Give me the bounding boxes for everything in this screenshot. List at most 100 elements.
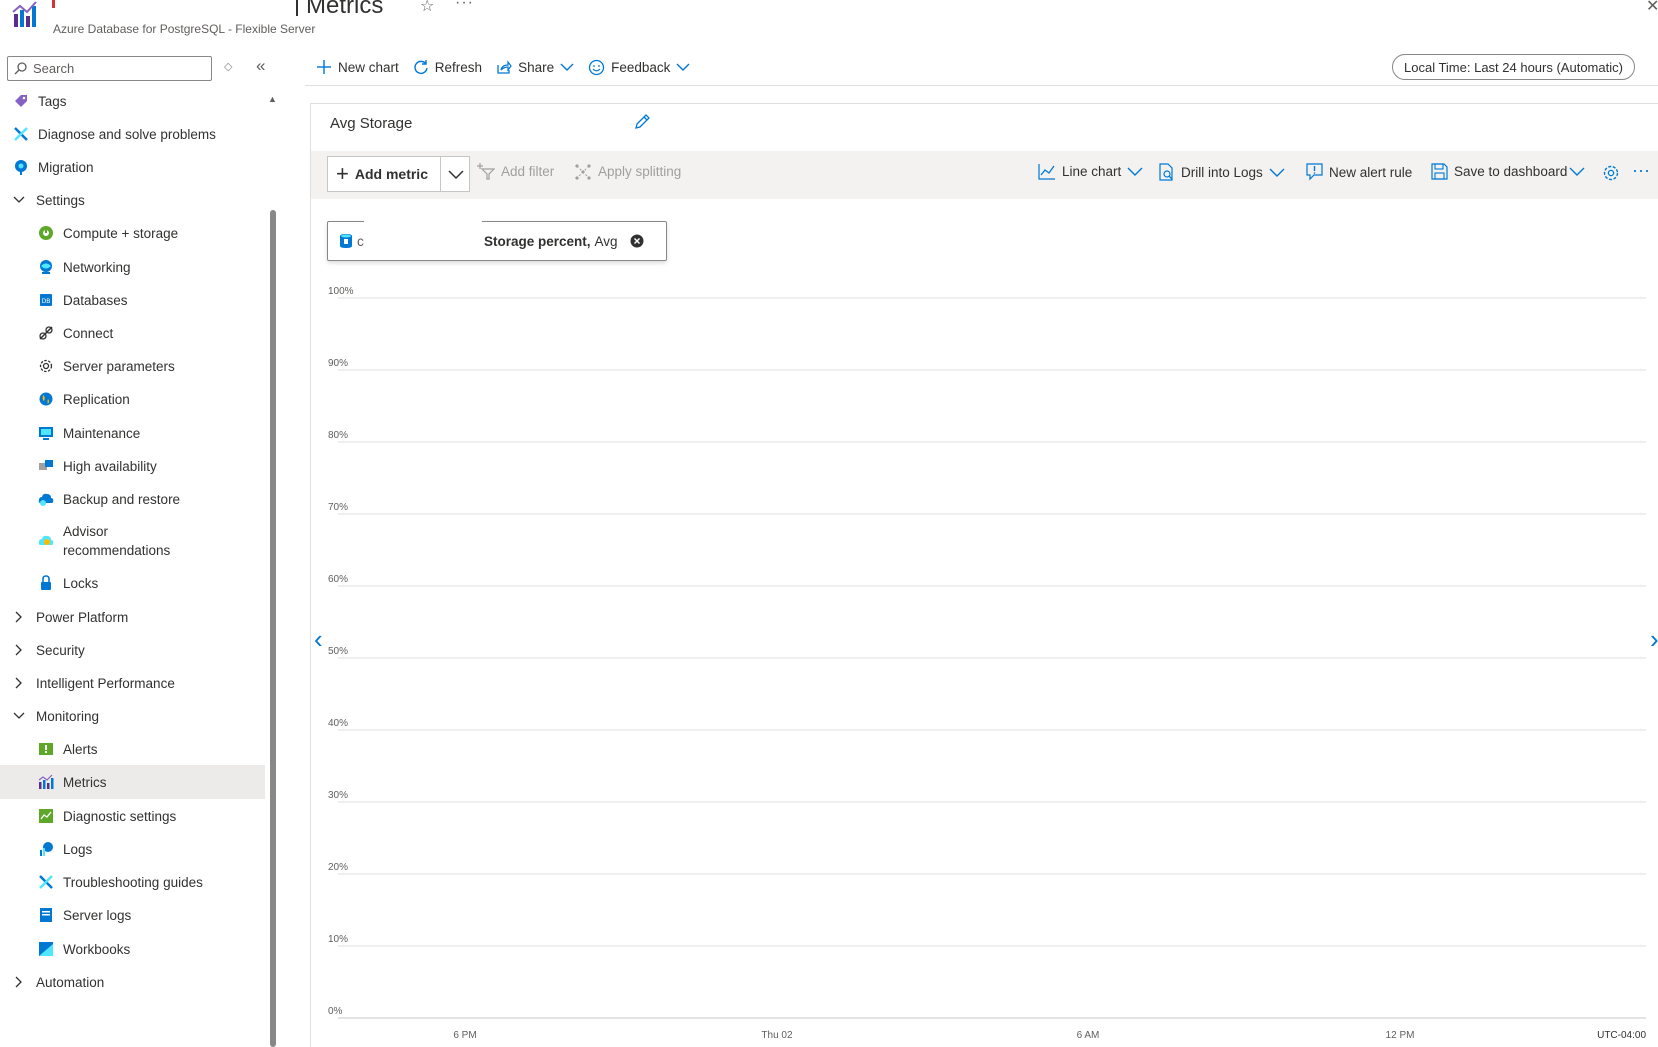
metric-pill[interactable]: c Storage percent, Avg <box>327 221 667 261</box>
alert-rule-icon <box>1306 163 1323 181</box>
new-chart-button[interactable]: New chart <box>316 59 399 75</box>
chart-next-arrow-icon[interactable]: › <box>1650 624 1658 655</box>
sidebar-item-tags[interactable]: Tags <box>0 84 265 118</box>
sidebar-item-troubleshooting[interactable]: Troubleshooting guides <box>0 865 265 899</box>
sidebar-item-label: Diagnostic settings <box>63 808 177 824</box>
sidebar-search-box[interactable] <box>7 56 212 81</box>
sidebar-item-networking[interactable]: Networking <box>0 250 265 284</box>
sidebar-group-intelligent-performance[interactable]: Intelligent Performance <box>0 666 265 700</box>
page-title: Metrics <box>306 0 384 19</box>
command-bar: New chart Refresh Share Feedback <box>316 54 704 80</box>
chevron-down-icon <box>1269 168 1285 177</box>
chart-prev-arrow-icon[interactable]: ‹ <box>314 624 323 655</box>
sidebar-item-alerts[interactable]: Alerts <box>0 732 265 766</box>
add-metric-dropdown[interactable] <box>440 156 470 192</box>
edit-pencil-icon[interactable] <box>633 113 651 131</box>
sidebar-item-replication[interactable]: Replication <box>0 382 265 416</box>
x-tick-label: Thu 02 <box>761 1030 793 1040</box>
sidebar-item-diagnose[interactable]: Diagnose and solve problems <box>0 117 265 151</box>
sidebar-group-settings[interactable]: Settings <box>0 183 265 217</box>
sidebar-group-power-platform[interactable]: Power Platform <box>0 600 265 634</box>
line-chart-button[interactable]: Line chart <box>1038 163 1143 180</box>
x-tick-label: 12 PM <box>1386 1030 1415 1040</box>
apply-splitting-button[interactable]: Apply splitting <box>574 163 681 180</box>
close-icon[interactable]: ✕ <box>1646 0 1658 16</box>
database-icon: DB <box>37 291 55 309</box>
refresh-button[interactable]: Refresh <box>413 59 482 75</box>
sidebar-item-server-logs[interactable]: Server logs <box>0 898 265 932</box>
tag-icon <box>12 92 30 110</box>
plus-icon: + <box>336 161 349 186</box>
svg-text:DB: DB <box>42 298 51 305</box>
sidebar-item-databases[interactable]: DB Databases <box>0 283 265 317</box>
sidebar-group-automation[interactable]: Automation <box>0 965 265 999</box>
x-tick-label: 6 PM <box>453 1030 476 1040</box>
metric-resource-name: c <box>357 233 364 249</box>
sidebar-item-label: Migration <box>38 159 94 175</box>
sidebar-item-label: Metrics <box>63 774 107 790</box>
gear-icon <box>37 357 55 375</box>
refresh-label: Refresh <box>434 59 483 75</box>
sidebar-item-label: Alerts <box>63 741 98 757</box>
line-chart-label: Line chart <box>1062 164 1122 179</box>
scroll-up-arrow-icon[interactable]: ▲ <box>268 94 277 104</box>
toolbar-divider <box>305 85 1658 86</box>
sidebar-item-label: Workbooks <box>63 941 131 957</box>
sidebar-group-security[interactable]: Security <box>0 633 265 667</box>
add-metric-label: Add metric <box>354 166 428 182</box>
sidebar-item-high-availability[interactable]: High availability <box>0 449 265 483</box>
favorite-star-icon[interactable]: ☆ <box>420 0 434 16</box>
plus-icon <box>316 59 332 75</box>
sidebar-item-maintenance[interactable]: Maintenance <box>0 416 265 450</box>
sidebar-group-monitoring[interactable]: Monitoring <box>0 699 265 733</box>
chart-settings-gear-icon[interactable] <box>1602 164 1620 182</box>
sidebar-item-migration[interactable]: Migration <box>0 150 265 184</box>
new-alert-rule-button[interactable]: New alert rule <box>1306 163 1412 181</box>
x-tick-label: 6 AM <box>1077 1030 1100 1040</box>
time-range-picker[interactable]: Local Time: Last 24 hours (Automatic) <box>1392 54 1635 80</box>
sidebar-item-compute-storage[interactable]: Compute + storage <box>0 216 265 250</box>
sidebar-item-metrics[interactable]: Metrics <box>0 765 265 799</box>
y-tick-label: 100% <box>328 286 354 297</box>
cloud-backup-icon <box>37 490 55 508</box>
connect-icon <box>37 324 55 342</box>
wrench-icon <box>37 873 55 891</box>
sidebar-item-label: Connect <box>63 325 114 341</box>
metric-name: Storage percent, <box>484 233 591 249</box>
sidebar-scrollbar[interactable] <box>270 210 276 1047</box>
feedback-button[interactable]: Feedback <box>588 59 690 76</box>
more-options-icon[interactable]: ··· <box>455 0 474 12</box>
sort-icon[interactable]: ◇ <box>224 60 232 73</box>
sidebar-item-workbooks[interactable]: Workbooks <box>0 932 265 966</box>
share-button[interactable]: Share <box>496 59 574 75</box>
sidebar-item-diagnostic-settings[interactable]: Diagnostic settings <box>0 799 265 833</box>
chart-title[interactable]: Avg Storage <box>330 115 412 132</box>
remove-metric-icon[interactable] <box>630 234 644 248</box>
sidebar-item-connect[interactable]: Connect <box>0 316 265 350</box>
chart-more-icon[interactable]: ··· <box>1632 160 1650 181</box>
chevron-down-icon <box>1127 167 1143 176</box>
sidebar-item-label: Automation <box>36 974 105 990</box>
smiley-icon <box>588 59 605 76</box>
sidebar-item-label: Logs <box>63 841 93 857</box>
drill-into-logs-button[interactable]: Drill into Logs <box>1158 163 1285 181</box>
logs-document-icon <box>1158 163 1175 181</box>
title-redaction-mark <box>52 0 55 8</box>
y-tick-label: 30% <box>328 790 348 801</box>
sidebar-item-locks[interactable]: Locks <box>0 566 265 600</box>
sidebar-item-advisor[interactable]: Advisor recommendations <box>0 516 265 562</box>
collapse-sidebar-icon[interactable]: « <box>256 56 265 76</box>
sidebar-item-server-parameters[interactable]: Server parameters <box>0 349 265 383</box>
add-filter-button[interactable]: Add filter <box>477 163 554 180</box>
metrics-app-icon <box>12 1 37 27</box>
save-to-dashboard-button[interactable]: Save to dashboard <box>1431 163 1585 180</box>
sidebar-item-logs[interactable]: Logs <box>0 832 265 866</box>
networking-icon <box>37 258 55 276</box>
chevron-down-icon <box>1569 167 1585 176</box>
sidebar-item-label: Replication <box>63 391 130 407</box>
postgresql-resource-icon <box>339 233 353 249</box>
timezone-label: UTC-04:00 <box>1597 1030 1646 1040</box>
sidebar-search-input[interactable] <box>33 61 203 76</box>
refresh-icon <box>413 59 429 75</box>
sidebar-item-backup-restore[interactable]: Backup and restore <box>0 482 265 516</box>
